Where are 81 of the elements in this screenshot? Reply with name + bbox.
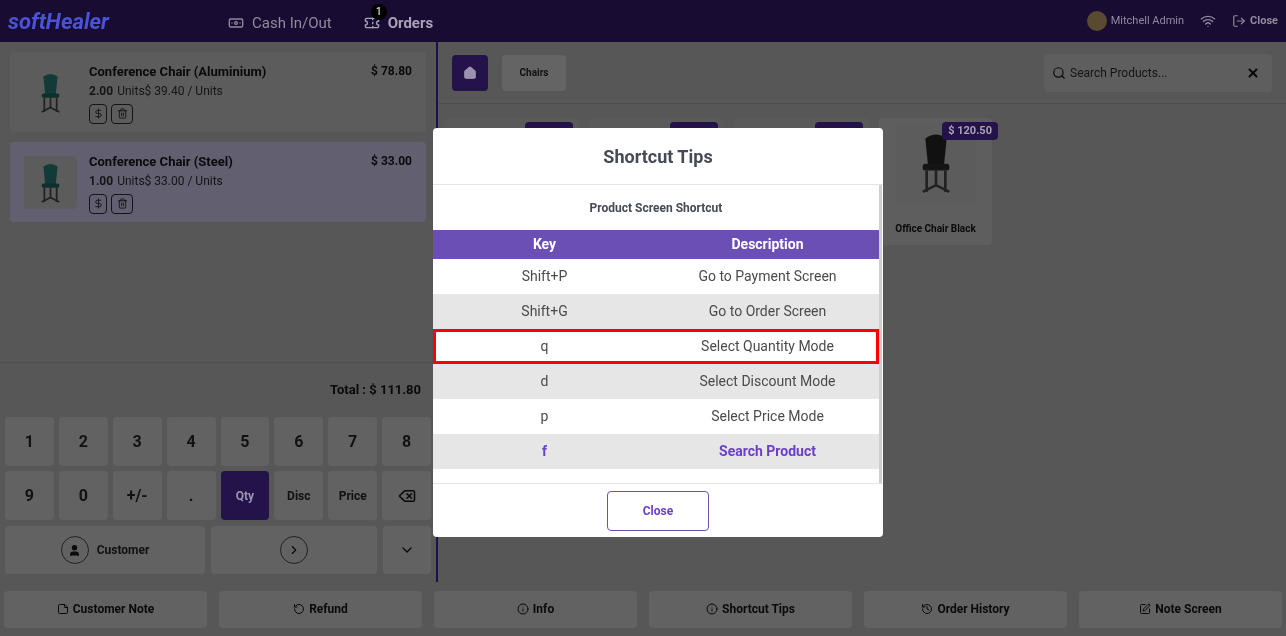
note-icon xyxy=(56,603,69,615)
action-button[interactable]: Info xyxy=(434,590,637,628)
keypad-key[interactable]: 2 xyxy=(58,417,108,466)
table-cell-text: Select Price Mode xyxy=(710,407,825,426)
home-icon xyxy=(463,65,477,80)
table-cell-text: Shift+G xyxy=(520,302,569,321)
category-button[interactable]: Chairs xyxy=(502,54,566,91)
ticket-icon xyxy=(363,15,380,31)
action-button[interactable]: Shortcut Tips xyxy=(649,590,852,628)
table-cell-text: p xyxy=(539,407,550,426)
info-icon xyxy=(516,603,529,615)
delete-button[interactable] xyxy=(111,103,133,124)
action-button[interactable]: Customer Note xyxy=(4,590,207,628)
user-name: Mitchell Admin xyxy=(1110,12,1185,29)
table-cell-text: q xyxy=(539,337,550,356)
keypad-key[interactable]: 9 xyxy=(5,471,54,520)
order-total: Total : $ 111.80 xyxy=(330,381,421,400)
keypad-key[interactable]: 6 xyxy=(274,417,324,466)
clear-icon xyxy=(1246,65,1260,80)
line-total: $ 33.00 xyxy=(371,153,412,170)
keypad-key[interactable]: 0 xyxy=(58,471,108,520)
keypad-key[interactable]: +/- xyxy=(112,471,162,520)
table-cell-text: Shift+P xyxy=(520,267,569,286)
line-total: $ 78.80 xyxy=(371,63,412,80)
product-name: Office Chair Black xyxy=(895,222,976,236)
keypad-key[interactable]: Disc xyxy=(274,471,324,520)
backspace-key[interactable] xyxy=(382,471,431,520)
keypad-key[interactable]: 1 xyxy=(5,417,54,466)
home-button[interactable] xyxy=(452,54,488,91)
price-button[interactable] xyxy=(89,193,107,214)
keypad-key[interactable]: 8 xyxy=(382,417,431,466)
product-name: Conference Chair (Steel) xyxy=(89,153,234,171)
banknote-icon xyxy=(228,15,244,31)
avatar xyxy=(1086,11,1107,31)
product-name: Conference Chair (Aluminium) xyxy=(89,63,268,81)
price-tag: $ 120.50 xyxy=(942,122,998,140)
undo-icon xyxy=(293,603,306,615)
action-button[interactable]: Order History xyxy=(864,590,1067,628)
keypad-key[interactable]: Price xyxy=(328,471,378,520)
unit-price: Units$ 33.00 / Units xyxy=(117,172,223,190)
column-header: Key xyxy=(531,235,558,254)
dollar-icon xyxy=(92,108,104,119)
keypad-key[interactable]: 5 xyxy=(220,417,270,466)
wifi-icon xyxy=(1200,13,1217,29)
quantity: 1.00 xyxy=(89,172,114,190)
keypad-key[interactable]: Qty xyxy=(220,471,270,520)
history-icon xyxy=(921,603,934,615)
logout-icon xyxy=(1232,14,1247,28)
section-title: Product Screen Shortcut xyxy=(589,199,723,217)
search-icon xyxy=(1052,65,1066,80)
price-button[interactable] xyxy=(89,103,107,124)
keypad-key[interactable]: . xyxy=(166,471,216,520)
nav-tab[interactable]: Cash In/Out xyxy=(228,11,332,35)
quantity: 2.00 xyxy=(89,82,114,100)
keypad-key[interactable]: 4 xyxy=(166,417,216,466)
table-cell-text: Search Product xyxy=(718,442,817,461)
logo: softHealer xyxy=(8,7,111,36)
keypad-key[interactable]: 7 xyxy=(328,417,378,466)
action-button[interactable]: Note Screen xyxy=(1079,590,1282,628)
close-button[interactable]: Close xyxy=(1232,12,1278,30)
dollar-icon xyxy=(92,198,104,209)
table-cell-text: Go to Order Screen xyxy=(707,302,828,321)
table-cell-text: Select Discount Mode xyxy=(698,372,837,391)
delete-button[interactable] xyxy=(111,193,133,214)
trash-icon xyxy=(116,198,128,209)
edit-icon xyxy=(1139,603,1152,615)
action-button[interactable]: Refund xyxy=(219,590,422,628)
dialog-title: Shortcut Tips xyxy=(603,144,713,169)
info-icon xyxy=(706,603,719,615)
table-cell-text: d xyxy=(539,372,550,391)
count-badge: 1 xyxy=(370,3,387,20)
column-header: Description xyxy=(730,235,805,254)
table-cell-text: Go to Payment Screen xyxy=(697,267,838,286)
close-button[interactable]: Close xyxy=(607,490,709,531)
table-cell-text: f xyxy=(541,442,548,461)
search-field[interactable]: Search Products... xyxy=(1044,53,1272,92)
customer-button[interactable]: Customer xyxy=(5,526,205,574)
keypad-key[interactable]: 3 xyxy=(112,417,162,466)
table-cell-text: Select Quantity Mode xyxy=(700,337,835,356)
trash-icon xyxy=(116,108,128,119)
unit-price: Units$ 39.40 / Units xyxy=(117,82,223,100)
